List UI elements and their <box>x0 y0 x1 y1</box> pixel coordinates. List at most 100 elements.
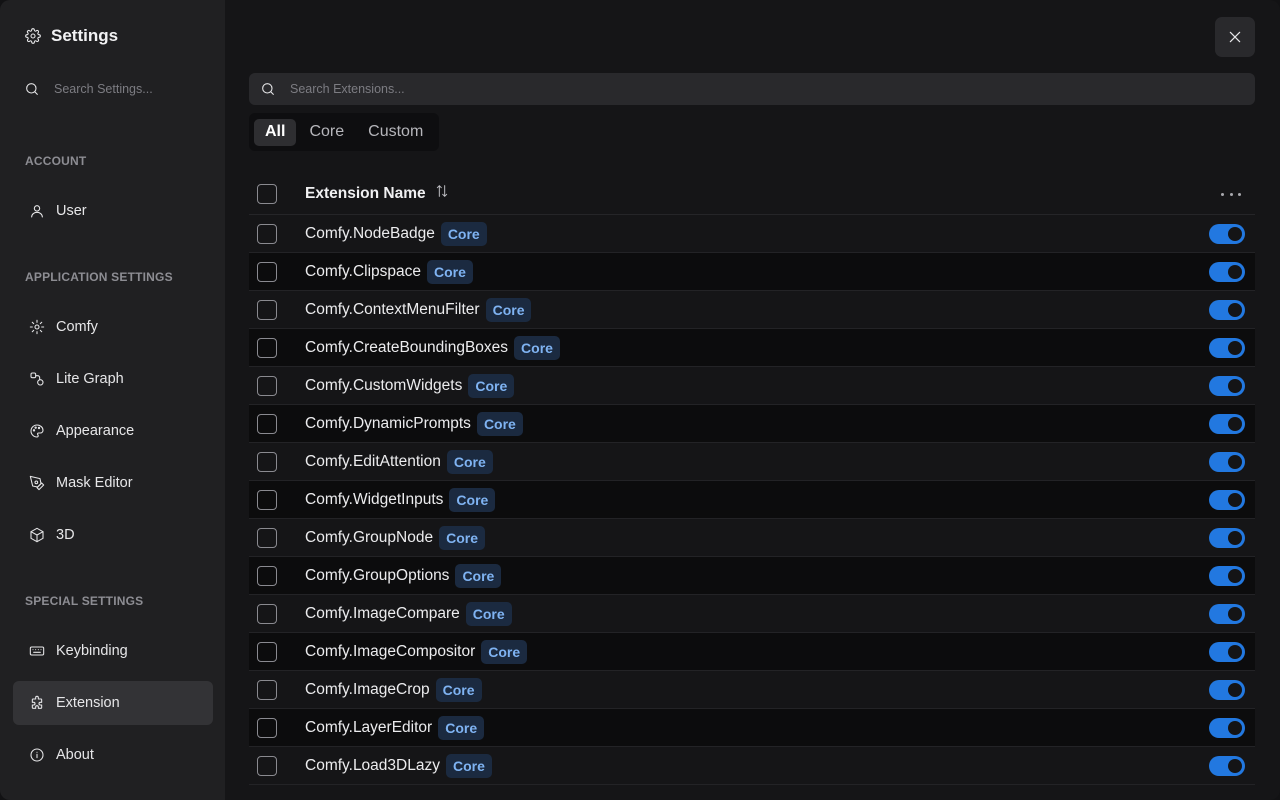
row-checkbox[interactable] <box>257 527 277 548</box>
table-row: Comfy.ImageCrop Core <box>249 671 1255 709</box>
settings-search-input[interactable] <box>54 82 204 96</box>
extension-name: Comfy.LayerEditor <box>305 718 433 736</box>
core-badge: Core <box>446 449 493 474</box>
core-badge: Core <box>481 639 528 664</box>
extension-enabled-toggle[interactable] <box>1209 604 1245 624</box>
sidebar-item-about[interactable]: About <box>13 733 213 777</box>
core-badge: Core <box>455 563 502 588</box>
extension-filter-tabs: All Core Custom <box>249 113 440 151</box>
sidebar-item-label: Extension <box>56 695 120 711</box>
row-checkbox[interactable] <box>257 603 277 624</box>
table-body: Comfy.NodeBadge Core Comfy.Clipspace Core Co… <box>249 215 1255 785</box>
extension-enabled-toggle[interactable] <box>1209 718 1245 738</box>
extension-enabled-toggle[interactable] <box>1209 528 1245 548</box>
core-badge: Core <box>476 411 523 436</box>
extension-enabled-toggle[interactable] <box>1209 680 1245 700</box>
extension-name: Comfy.GroupOptions <box>305 566 450 584</box>
extension-enabled-toggle[interactable] <box>1209 262 1245 282</box>
extension-enabled-toggle[interactable] <box>1209 224 1245 244</box>
sidebar-item-comfy[interactable]: Comfy <box>13 305 213 349</box>
extension-enabled-toggle[interactable] <box>1209 376 1245 396</box>
core-badge: Core <box>440 221 487 246</box>
row-checkbox[interactable] <box>257 451 277 472</box>
row-checkbox[interactable] <box>257 717 277 738</box>
sidebar-item-label: Comfy <box>56 319 98 335</box>
extension-enabled-toggle[interactable] <box>1209 490 1245 510</box>
sidebar-item-extension[interactable]: Extension <box>13 681 213 725</box>
extension-enabled-toggle[interactable] <box>1209 566 1245 586</box>
row-checkbox[interactable] <box>257 489 277 510</box>
extension-name: Comfy.EditAttention <box>305 452 441 470</box>
row-checkbox[interactable] <box>257 565 277 586</box>
info-icon <box>29 747 45 763</box>
row-checkbox[interactable] <box>257 337 277 358</box>
extension-name: Comfy.Load3DLazy <box>305 756 440 774</box>
row-checkbox[interactable] <box>257 413 277 434</box>
table-row: Comfy.CreateBoundingBoxes Core <box>249 329 1255 367</box>
extension-name: Comfy.WidgetInputs <box>305 490 444 508</box>
sidebar-item-3d[interactable]: 3D <box>13 513 213 557</box>
extension-name: Comfy.ContextMenuFilter <box>305 300 480 318</box>
row-checkbox[interactable] <box>257 641 277 662</box>
column-header-extension-name[interactable]: Extension Name <box>305 183 450 204</box>
row-checkbox[interactable] <box>257 375 277 396</box>
table-row: Comfy.LayerEditor Core <box>249 709 1255 747</box>
extension-search-input[interactable] <box>290 82 1190 96</box>
row-checkbox[interactable] <box>257 299 277 320</box>
user-icon <box>29 203 45 219</box>
more-options-icon[interactable] <box>1221 185 1241 203</box>
row-checkbox[interactable] <box>257 223 277 244</box>
core-badge: Core <box>465 601 512 626</box>
core-badge: Core <box>468 373 515 398</box>
extension-name: Comfy.ImageCompare <box>305 604 460 622</box>
select-all-checkbox[interactable] <box>257 183 277 204</box>
table-row: Comfy.NodeBadge Core <box>249 215 1255 253</box>
row-checkbox[interactable] <box>257 261 277 282</box>
core-badge: Core <box>449 487 496 512</box>
palette-icon <box>29 423 45 439</box>
table-row: Comfy.EditAttention Core <box>249 443 1255 481</box>
extension-name: Comfy.NodeBadge <box>305 224 435 242</box>
section-special-settings: SPECIAL SETTINGS <box>25 594 144 608</box>
close-button[interactable] <box>1215 17 1255 57</box>
sidebar-item-label: Lite Graph <box>56 371 124 387</box>
extension-enabled-toggle[interactable] <box>1209 756 1245 776</box>
row-checkbox[interactable] <box>257 679 277 700</box>
extension-name: Comfy.CustomWidgets <box>305 376 463 394</box>
table-row: Comfy.ContextMenuFilter Core <box>249 291 1255 329</box>
table-row: Comfy.Clipspace Core <box>249 253 1255 291</box>
cube-icon <box>29 527 45 543</box>
extension-enabled-toggle[interactable] <box>1209 414 1245 434</box>
sidebar-title: Settings <box>51 26 119 45</box>
sidebar-item-appearance[interactable]: Appearance <box>13 409 213 453</box>
core-badge: Core <box>435 677 482 702</box>
sidebar-item-mask-editor[interactable]: Mask Editor <box>13 461 213 505</box>
filter-tab-core[interactable]: Core <box>298 119 355 146</box>
core-badge: Core <box>439 525 485 550</box>
extension-search[interactable] <box>249 73 1255 105</box>
table-row: Comfy.DynamicPrompts Core <box>249 405 1255 443</box>
graph-nodes-icon <box>29 371 45 387</box>
filter-tab-all[interactable]: All <box>254 118 297 146</box>
settings-sidebar: Settings ACCOUNT User APPLICATION SETTIN… <box>0 0 225 800</box>
table-row: Comfy.Load3DLazy Core <box>249 747 1255 785</box>
row-checkbox[interactable] <box>257 755 277 776</box>
sidebar-item-user[interactable]: User <box>13 189 213 233</box>
extension-enabled-toggle[interactable] <box>1209 300 1245 320</box>
core-badge: Core <box>514 335 560 360</box>
extension-enabled-toggle[interactable] <box>1209 338 1245 358</box>
extension-enabled-toggle[interactable] <box>1209 642 1245 662</box>
settings-search[interactable] <box>24 78 214 100</box>
extension-name: Comfy.ImageCrop <box>305 680 430 698</box>
pen-tool-icon <box>29 475 45 491</box>
extension-enabled-toggle[interactable] <box>1209 452 1245 472</box>
core-badge: Core <box>485 297 532 322</box>
sidebar-item-label: 3D <box>56 527 75 543</box>
sidebar-item-label: Keybinding <box>56 643 128 659</box>
filter-tab-custom[interactable]: Custom <box>357 119 434 146</box>
search-icon <box>24 81 40 97</box>
sort-icon[interactable] <box>434 183 450 204</box>
search-icon <box>260 81 276 97</box>
sidebar-item-keybinding[interactable]: Keybinding <box>13 629 213 673</box>
sidebar-item-lite-graph[interactable]: Lite Graph <box>13 357 213 401</box>
